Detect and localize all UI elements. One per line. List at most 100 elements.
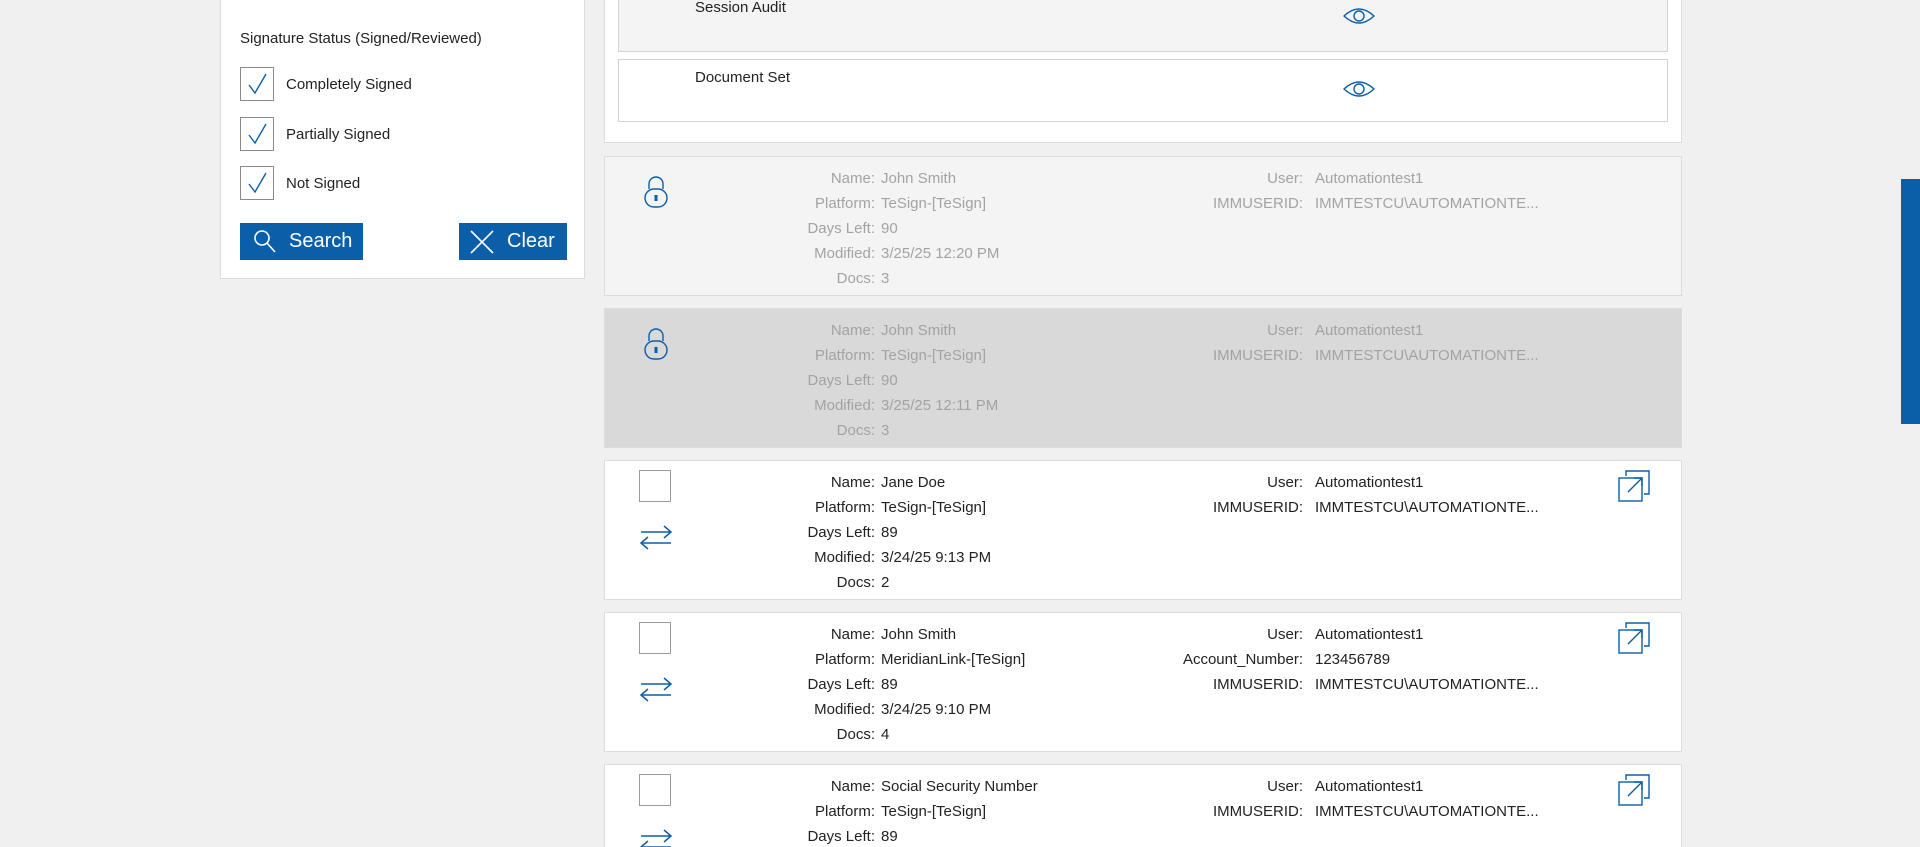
select-packet-checkbox[interactable] [639, 774, 671, 806]
open-external-icon[interactable] [1618, 774, 1650, 806]
packet-docs: 3 [881, 270, 890, 287]
packet-platform: TeSign-[TeSign] [881, 347, 987, 364]
field-label: Days Left: [807, 372, 875, 389]
packet-details: Name: John Smith Platform: TeSign-[TeSign]… [695, 318, 998, 443]
field-label: User: [1267, 778, 1303, 795]
field-label: Modified: [814, 245, 875, 262]
lock-icon [644, 176, 668, 208]
field-label: IMMUSERID: [1213, 803, 1303, 820]
search-icon [254, 229, 276, 253]
side-panel-tab[interactable] [1901, 179, 1920, 424]
field-label: Docs: [836, 574, 875, 591]
search-button-label: Search [289, 230, 353, 252]
packet-days-left: 89 [881, 676, 898, 693]
packet-row[interactable]: Name: John Smith Platform: MeridianLink-[T… [604, 612, 1682, 752]
packet-immuserid: IMMTESTCU\AUTOMATIONTE... [1315, 499, 1539, 516]
field-label: Name: [830, 170, 875, 187]
checkbox[interactable] [240, 166, 274, 200]
packet-immuserid: IMMTESTCU\AUTOMATIONTE... [1315, 347, 1539, 364]
field-label: Modified: [814, 549, 875, 566]
packet-name: Social Security Number [881, 778, 1038, 795]
field-label: Days Left: [807, 220, 875, 237]
packet-details: Name: Jane Doe Platform: TeSign-[TeSign] D… [695, 470, 991, 595]
packet-details: Name: Social Security Number Platform: TeS… [695, 774, 1038, 847]
signature-status-filter-panel: Signature Status (Signed/Reviewed) Compl… [220, 0, 585, 279]
packet-immuserid: IMMTESTCU\AUTOMATIONTE... [1315, 803, 1539, 820]
packet-user-details: User: Automationtest1 IMMUSERID: IMMTESTCU… [1095, 470, 1539, 520]
checkbox-label: Not Signed [286, 174, 361, 192]
checkmark-icon [248, 73, 267, 95]
open-external-icon[interactable] [1618, 470, 1650, 502]
transfer-icon[interactable] [639, 524, 673, 550]
packet-name: John Smith [881, 170, 957, 187]
field-label: Platform: [814, 803, 875, 820]
document-name: Session Audit [695, 0, 786, 16]
packet-row[interactable]: Name: Social Security Number Platform: TeS… [604, 764, 1682, 847]
checkbox[interactable] [240, 117, 274, 151]
field-label: Modified: [814, 701, 875, 718]
expanded-packet-documents: Session Audit Document Set [604, 0, 1682, 143]
document-name: Document Set [695, 69, 791, 86]
select-packet-checkbox[interactable] [639, 622, 671, 654]
checkmark-icon [248, 123, 267, 145]
field-label: User: [1267, 474, 1303, 491]
field-label: Name: [830, 626, 875, 643]
filter-option-completely-signed[interactable]: Completely Signed [240, 67, 412, 101]
field-label: Platform: [814, 651, 875, 668]
packet-platform: TeSign-[TeSign] [881, 499, 987, 516]
field-label: Docs: [836, 726, 875, 743]
field-label: Name: [830, 778, 875, 795]
transfer-icon[interactable] [639, 676, 673, 702]
field-label: Modified: [814, 397, 875, 414]
checkmark-icon [248, 172, 267, 194]
field-label: Account_Number: [1182, 651, 1303, 668]
packet-user: Automationtest1 [1315, 778, 1424, 795]
open-external-icon[interactable] [1618, 622, 1650, 654]
packet-days-left: 90 [881, 372, 898, 389]
packet-docs: 4 [881, 726, 890, 743]
clear-button-label: Clear [507, 230, 555, 252]
field-label: User: [1267, 626, 1303, 643]
clear-button[interactable]: Clear [459, 223, 567, 260]
search-button[interactable]: Search [240, 223, 363, 260]
packet-immuserid: IMMTESTCU\AUTOMATIONTE... [1315, 195, 1539, 212]
packet-name: Jane Doe [881, 474, 946, 491]
packet-modified: 3/24/25 9:10 PM [881, 701, 992, 718]
select-packet-checkbox[interactable] [639, 470, 671, 502]
field-label: Docs: [836, 422, 875, 439]
document-row-document-set[interactable]: Document Set [618, 59, 1668, 122]
packet-days-left: 89 [881, 828, 898, 845]
eye-icon[interactable] [1343, 78, 1375, 100]
packet-user: Automationtest1 [1315, 170, 1424, 187]
packet-modified: 3/25/25 12:11 PM [881, 397, 999, 414]
packet-docs: 3 [881, 422, 890, 439]
packet-modified: 3/25/25 12:20 PM [881, 245, 1000, 262]
packet-name: John Smith [881, 322, 957, 339]
field-label: Name: [830, 474, 875, 491]
packet-platform: MeridianLink-[TeSign] [881, 651, 1026, 668]
filter-option-partially-signed[interactable]: Partially Signed [240, 117, 390, 151]
checkbox[interactable] [240, 67, 274, 101]
packet-immuserid: IMMTESTCU\AUTOMATIONTE... [1315, 676, 1539, 693]
lock-icon [644, 328, 668, 360]
packet-name: John Smith [881, 626, 957, 643]
packet-platform: TeSign-[TeSign] [881, 195, 987, 212]
field-label: Platform: [814, 347, 875, 364]
packet-row[interactable]: Name: Jane Doe Platform: TeSign-[TeSign] D… [604, 460, 1682, 600]
field-label: IMMUSERID: [1213, 499, 1303, 516]
field-label: Name: [830, 322, 875, 339]
field-label: IMMUSERID: [1213, 195, 1303, 212]
transfer-icon[interactable] [639, 828, 673, 847]
eye-icon[interactable] [1343, 5, 1375, 27]
field-label: Days Left: [807, 828, 875, 845]
document-row-session-audit[interactable]: Session Audit [618, 0, 1668, 52]
field-label: User: [1267, 170, 1303, 187]
packet-row-locked[interactable]: Name: John Smith Platform: TeSign-[TeSign]… [604, 308, 1682, 448]
packet-row-locked[interactable]: Name: John Smith Platform: TeSign-[TeSign]… [604, 156, 1682, 296]
packet-user: Automationtest1 [1315, 626, 1424, 643]
checkbox-label: Partially Signed [286, 125, 391, 143]
field-label: Docs: [836, 270, 875, 287]
packet-days-left: 90 [881, 220, 898, 237]
filter-option-not-signed[interactable]: Not Signed [240, 166, 360, 200]
packet-user-details: User: Automationtest1 IMMUSERID: IMMTESTCU… [1095, 774, 1539, 824]
